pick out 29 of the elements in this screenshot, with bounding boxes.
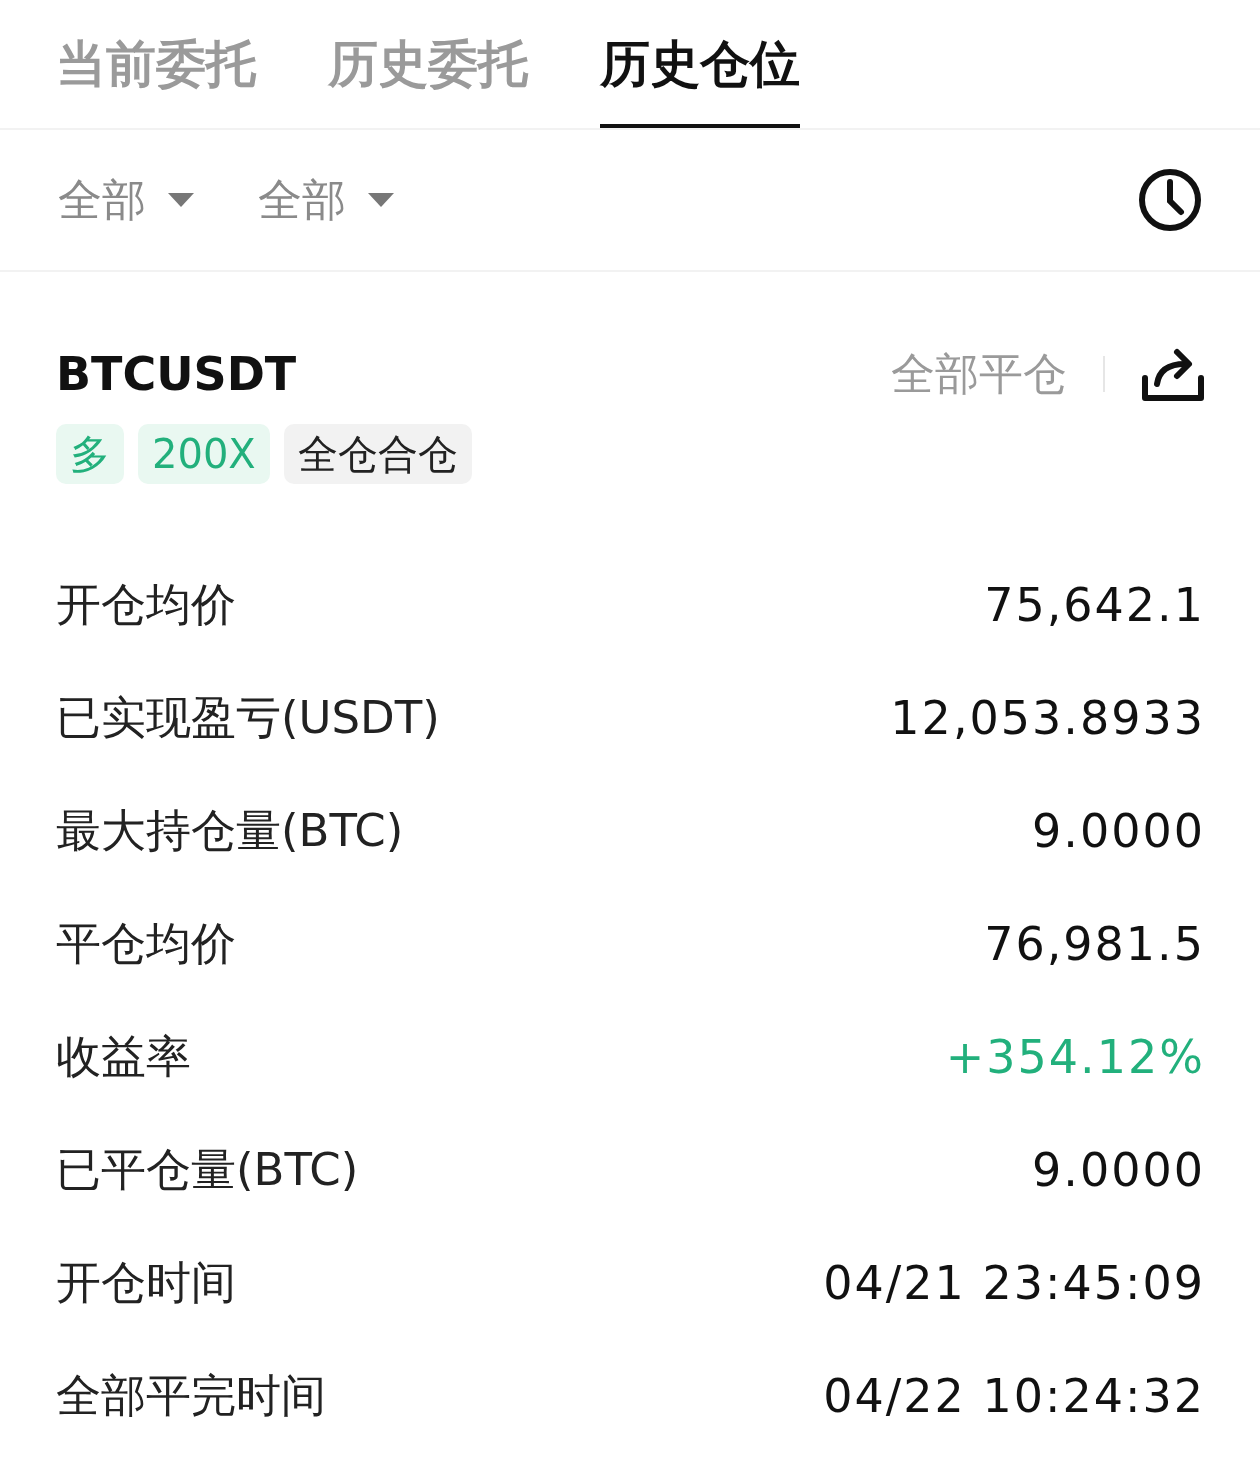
field-value: +354.12% bbox=[945, 1029, 1205, 1084]
field-value: 12,053.8933 bbox=[890, 690, 1205, 745]
direction-tag: 多 bbox=[56, 424, 124, 484]
field-label: 已平仓量(BTC) bbox=[56, 1141, 359, 1198]
field-label: 开仓均价 bbox=[56, 576, 236, 633]
field-value: 9.0000 bbox=[1032, 1142, 1205, 1197]
tab[interactable]: 历史仓位 bbox=[600, 0, 800, 128]
field-label: 已实现盈亏(USDT) bbox=[56, 689, 440, 746]
leverage-tag: 200X bbox=[138, 424, 270, 484]
field-label: 平仓均价 bbox=[56, 915, 236, 972]
close-all-button[interactable]: 全部平仓 bbox=[891, 344, 1067, 404]
field-label: 全部平完时间 bbox=[56, 1367, 326, 1424]
field-value: 76,981.5 bbox=[984, 916, 1205, 971]
field-label: 最大持仓量(BTC) bbox=[56, 802, 404, 859]
field-value: 9.0000 bbox=[1032, 803, 1205, 858]
field-label: 开仓时间 bbox=[56, 1254, 236, 1311]
caret-icon bbox=[168, 193, 194, 207]
tab[interactable]: 历史委托 bbox=[328, 0, 528, 128]
symbol-title: BTCUSDT bbox=[56, 347, 298, 401]
tab[interactable]: 当前委托 bbox=[56, 0, 256, 128]
filter-dropdown[interactable]: 全部 bbox=[58, 170, 194, 230]
field-label: 收益率 bbox=[56, 1028, 191, 1085]
field-value: 04/21 23:45:09 bbox=[823, 1255, 1205, 1310]
filter-dropdown[interactable]: 全部 bbox=[258, 170, 394, 230]
margin-mode-tag: 全仓合仓 bbox=[283, 424, 472, 484]
field-value: 75,642.1 bbox=[984, 577, 1205, 632]
caret-icon bbox=[368, 193, 394, 207]
field-value: 04/22 10:24:32 bbox=[823, 1368, 1205, 1423]
clock-icon[interactable] bbox=[1138, 168, 1202, 232]
